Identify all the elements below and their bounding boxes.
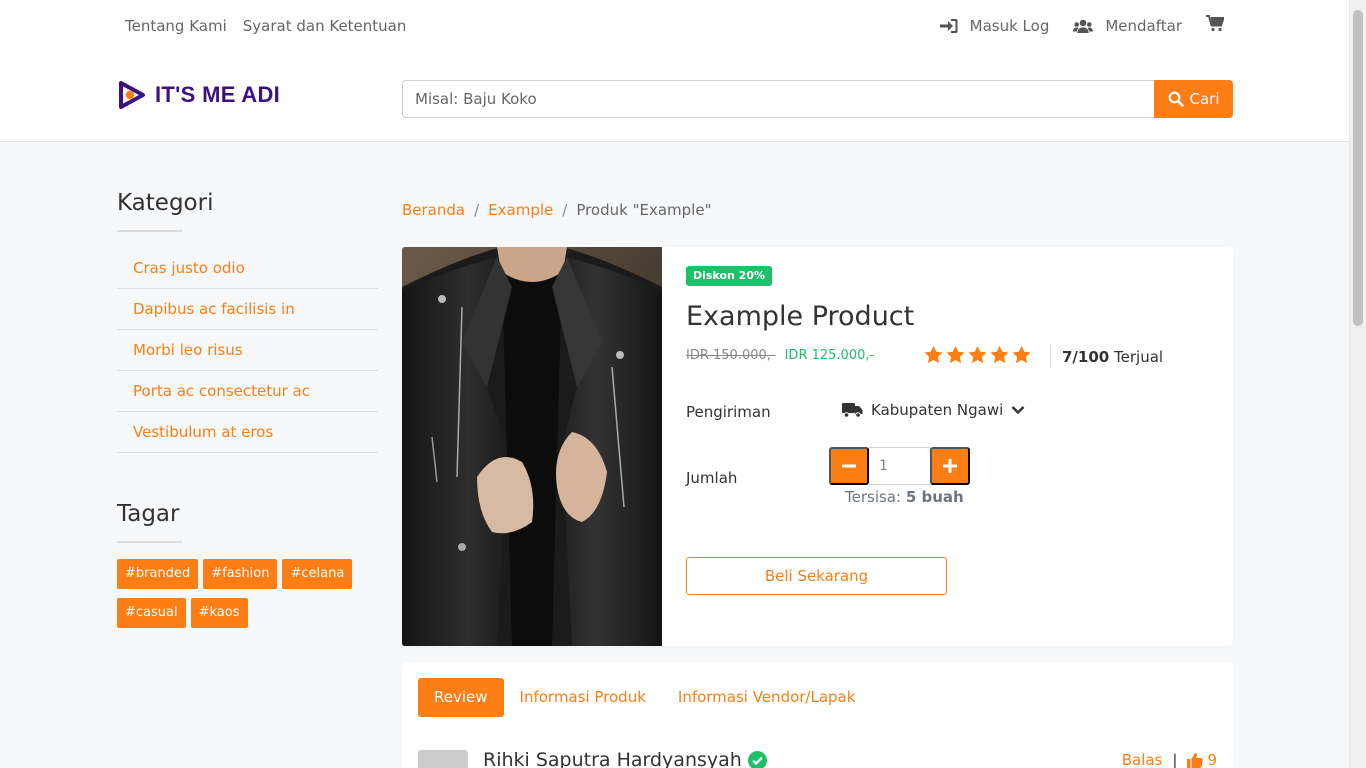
quantity-stepper (829, 447, 970, 485)
breadcrumb-current: Produk "Example" (576, 201, 712, 219)
heading-divider (117, 541, 182, 543)
search-icon (1168, 91, 1184, 107)
sold-count-label: Terjual (1114, 348, 1164, 366)
brand-name: IT'S ME ADI (155, 82, 281, 107)
stock-label: Tersisa: (845, 488, 902, 506)
top-navbar: Tentang Kami Syarat dan Ketentuan Masuk … (0, 0, 1349, 142)
product-card: Diskon 20% Example Product IDR 150.000,-… (402, 247, 1233, 646)
quantity-input[interactable] (869, 447, 930, 485)
like-button[interactable]: 9 (1187, 751, 1217, 768)
stock-info: Tersisa: 5 buah (845, 488, 964, 506)
breadcrumb-category[interactable]: Example (488, 201, 553, 219)
reviewer-name-row: Rihki Saputra Hardyansyah (483, 749, 767, 768)
review-actions: Balas | 9 (1122, 751, 1217, 768)
cart-link[interactable] (1206, 15, 1225, 36)
truck-icon (842, 403, 863, 418)
star-icon (968, 346, 987, 364)
category-item[interactable]: Porta ac consectetur ac (117, 371, 378, 412)
tab-product-info[interactable]: Informasi Produk (504, 678, 662, 717)
brand-logo[interactable]: IT'S ME ADI (117, 80, 280, 110)
tab-vendor-info[interactable]: Informasi Vendor/Lapak (662, 678, 872, 717)
tag-chip[interactable]: #branded (117, 559, 199, 589)
register-label: Mendaftar (1105, 16, 1182, 35)
sidebar: Kategori Cras justo odio Dapibus ac faci… (117, 190, 378, 628)
heading-divider (117, 230, 182, 232)
tag-chip[interactable]: #kaos (190, 598, 248, 628)
category-list: Cras justo odio Dapibus ac facilisis in … (117, 248, 378, 453)
original-price: IDR 150.000,- (686, 348, 776, 363)
scrollbar-thumb[interactable] (1353, 10, 1363, 326)
tag-list: #branded #fashion #celana #casual #kaos (117, 559, 357, 628)
tag-chip[interactable]: #celana (282, 559, 353, 589)
discount-badge: Diskon 20% (686, 266, 773, 286)
stock-value: 5 buah (905, 488, 964, 506)
terms-link[interactable]: Syarat dan Ketentuan (243, 17, 407, 35)
about-link[interactable]: Tentang Kami (125, 17, 227, 35)
breadcrumb-separator: / (562, 201, 568, 219)
search-button-label: Cari (1189, 90, 1220, 108)
login-label: Masuk Log (969, 16, 1050, 35)
shipping-location-select[interactable]: Kabupaten Ngawi (842, 401, 1025, 419)
breadcrumb-home[interactable]: Beranda (402, 201, 465, 219)
discounted-price: IDR 125.000,- (784, 348, 875, 363)
star-icon (946, 346, 965, 364)
tag-heading: Tagar (117, 501, 180, 527)
decrement-button[interactable] (829, 447, 869, 485)
avatar (418, 750, 468, 768)
tag-chip[interactable]: #casual (117, 598, 186, 628)
shipping-location: Kabupaten Ngawi (871, 401, 1004, 419)
thumbs-up-icon (1187, 753, 1204, 768)
verified-check-icon (747, 750, 767, 768)
shopping-cart-icon (1206, 15, 1225, 32)
search-input[interactable] (402, 80, 1154, 118)
shipping-label: Pengiriman (686, 403, 771, 421)
tag-chip[interactable]: #fashion (203, 559, 278, 589)
register-link[interactable]: Mendaftar (1073, 17, 1182, 35)
increment-button[interactable] (930, 447, 970, 485)
product-details-card: Review Informasi Produk Informasi Vendor… (402, 662, 1233, 768)
rating-divider (1050, 344, 1051, 368)
play-logo-icon (119, 81, 145, 109)
category-item[interactable]: Dapibus ac facilisis in (117, 289, 378, 330)
star-icon (924, 346, 943, 364)
users-icon (1073, 19, 1094, 33)
rating-stars (924, 346, 1031, 364)
category-item[interactable]: Vestibulum at eros (117, 412, 378, 453)
account-links: Masuk Log Mendaftar (939, 15, 1225, 36)
minus-icon (842, 464, 856, 468)
actions-separator: | (1172, 751, 1178, 768)
sold-count-value: 7/100 (1062, 348, 1110, 366)
breadcrumb-separator: / (474, 201, 480, 219)
reviewer-name: Rihki Saputra Hardyansyah (483, 749, 742, 768)
category-heading: Kategori (117, 190, 214, 216)
star-icon (1012, 346, 1031, 364)
top-links: Tentang Kami Syarat dan Ketentuan (125, 17, 406, 35)
login-link[interactable]: Masuk Log (939, 16, 1050, 35)
scrollbar[interactable] (1349, 0, 1366, 768)
detail-tabs: Review Informasi Produk Informasi Vendor… (418, 678, 871, 717)
search-bar: Cari (402, 80, 1233, 118)
search-button[interactable]: Cari (1154, 80, 1233, 118)
buy-now-button[interactable]: Beli Sekarang (686, 557, 947, 595)
plus-icon (943, 459, 957, 473)
product-image (402, 247, 662, 646)
tab-review[interactable]: Review (418, 678, 504, 717)
quantity-label: Jumlah (686, 469, 738, 487)
chevron-down-icon (1011, 406, 1025, 415)
star-icon (990, 346, 1009, 364)
category-item[interactable]: Cras justo odio (117, 248, 378, 289)
breadcrumb: Beranda / Example / Produk "Example" (402, 201, 711, 219)
sold-count: 7/100 Terjual (1062, 348, 1163, 366)
sign-in-icon (939, 18, 958, 33)
price-group: IDR 150.000,- IDR 125.000,- (686, 348, 874, 363)
product-title: Example Product (686, 301, 915, 332)
category-item[interactable]: Morbi leo risus (117, 330, 378, 371)
reply-link[interactable]: Balas (1122, 751, 1163, 768)
like-count: 9 (1207, 751, 1217, 768)
